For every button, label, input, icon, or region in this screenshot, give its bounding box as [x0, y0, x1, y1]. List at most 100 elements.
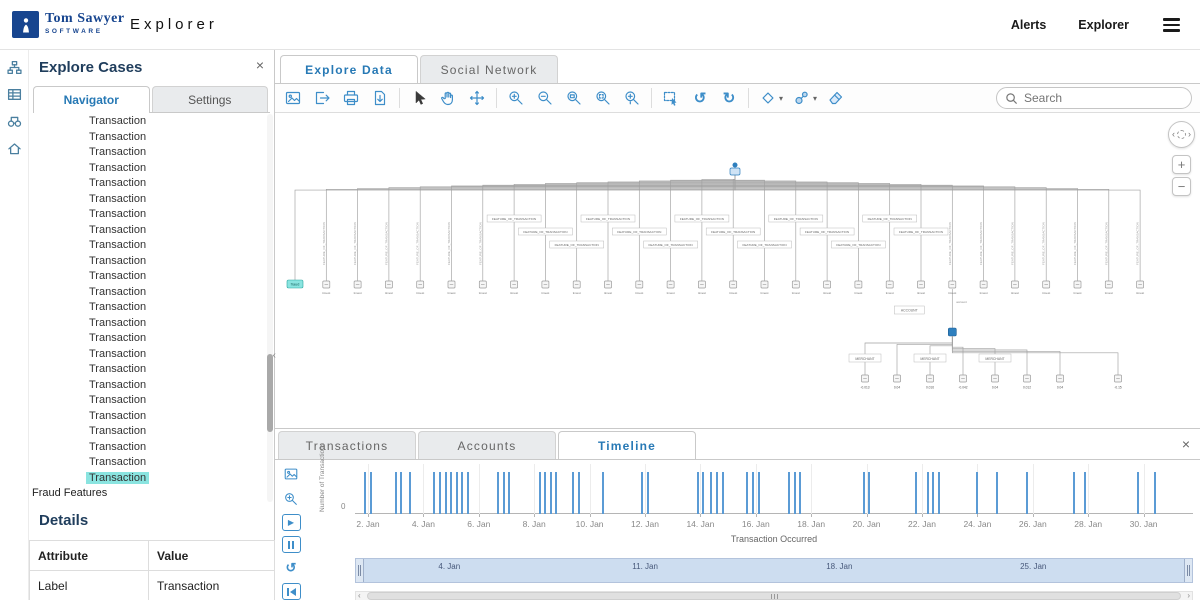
search-input[interactable]	[1024, 91, 1174, 105]
tab-accounts[interactable]: Accounts	[418, 431, 556, 459]
tree-item-label: Transaction	[86, 471, 150, 484]
case-list-scrollbar[interactable]	[267, 114, 273, 502]
graph-root-node[interactable]	[732, 162, 738, 168]
tree-item-transaction[interactable]: Transaction	[29, 378, 274, 394]
scrollbar-thumb[interactable]	[367, 592, 1181, 600]
tab-social-network[interactable]: Social Network	[420, 55, 558, 83]
search-box[interactable]	[996, 87, 1192, 109]
zoom-out-button[interactable]: −	[1172, 177, 1191, 196]
brush-right-handle[interactable]	[1184, 559, 1192, 582]
tab-navigator[interactable]: Navigator	[33, 86, 150, 113]
chart-image-icon[interactable]	[281, 464, 301, 484]
fence-select-icon[interactable]	[661, 88, 681, 108]
scrollbar-thumb[interactable]	[267, 354, 273, 432]
tree-item-transaction[interactable]: Transaction	[29, 440, 274, 456]
tree-item-transaction[interactable]: Transaction	[29, 269, 274, 285]
timeline-bar	[439, 472, 442, 514]
binoculars-icon[interactable]	[5, 112, 23, 130]
zoom-out-icon[interactable]	[535, 88, 555, 108]
graph-label: FEATURE_OF_TRANSACTION	[1073, 222, 1077, 265]
play-icon[interactable]: ▶	[281, 514, 301, 531]
select-cursor-icon[interactable]	[409, 88, 429, 108]
tab-explore-data[interactable]: Explore Data	[280, 55, 418, 83]
scroll-right-icon[interactable]: ›	[1187, 591, 1190, 600]
nav-alerts[interactable]: Alerts	[1011, 18, 1046, 32]
print-icon[interactable]	[341, 88, 361, 108]
tree-item-transaction[interactable]: Transaction	[29, 347, 274, 363]
undo-icon[interactable]: ↺	[690, 88, 710, 108]
tom-sawyer-logo[interactable]: Tom Sawyer SOFTWARE	[12, 11, 125, 38]
tree-item-transaction[interactable]: Transaction	[29, 471, 274, 487]
graph-canvas[interactable]: FEATURE_OF_TRANSACTION FEATURE_OF_TRANSAC…	[275, 113, 1200, 428]
tree-item-transaction[interactable]: Transaction	[29, 223, 274, 239]
reset-icon[interactable]: ↺	[281, 558, 301, 578]
table-row[interactable]: Label Transaction	[29, 570, 275, 600]
close-panel-icon[interactable]: ×	[256, 58, 264, 72]
tree-item-fraud-features[interactable]: Fraud Features	[29, 486, 274, 502]
pan-hand-icon[interactable]	[438, 88, 458, 108]
timeline-brush[interactable]: 4. Jan 11. Jan 18. Jan 25. Jan	[355, 558, 1193, 583]
chevron-down-icon[interactable]: ▾	[779, 94, 783, 103]
tree-item-transaction[interactable]: Transaction	[29, 176, 274, 192]
tab-transactions[interactable]: Transactions	[278, 431, 416, 459]
zoom-icon[interactable]	[281, 489, 301, 509]
horizontal-scrollbar[interactable]: ‹ ›	[355, 591, 1193, 600]
grid-icon[interactable]	[5, 85, 23, 103]
graph-nav-pad[interactable]: ‹ ›	[1168, 121, 1195, 148]
brush-left-handle[interactable]	[356, 559, 364, 582]
graph-account-node[interactable]	[947, 327, 957, 337]
tab-timeline[interactable]: Timeline	[558, 431, 696, 459]
layout-dropdown[interactable]: ▾	[758, 88, 783, 108]
tree-item-transaction[interactable]: Transaction	[29, 300, 274, 316]
tree-item-transaction[interactable]: Transaction	[29, 409, 274, 425]
x-tick-label: 2. Jan	[356, 519, 380, 529]
tree-item-transaction[interactable]: Transaction	[29, 254, 274, 270]
tree-item-transaction[interactable]: Transaction	[29, 192, 274, 208]
tree-item-transaction[interactable]: Transaction	[29, 207, 274, 223]
tree-item-transaction[interactable]: Transaction	[29, 331, 274, 347]
scroll-left-icon[interactable]: ‹	[358, 591, 361, 600]
tree-item-transaction[interactable]: Transaction	[29, 161, 274, 177]
bottom-panel: Transactions Accounts Timeline × ▶ ↺ Num…	[275, 428, 1200, 600]
cluster-bubbles-icon[interactable]	[792, 88, 812, 108]
tree-item-transaction[interactable]: Transaction	[29, 114, 274, 130]
hierarchy-icon[interactable]	[5, 58, 23, 76]
move-icon[interactable]	[467, 88, 487, 108]
pause-icon[interactable]	[281, 536, 301, 553]
zoom-box-icon[interactable]	[564, 88, 584, 108]
tree-item-transaction[interactable]: Transaction	[29, 424, 274, 440]
zoom-fit-icon[interactable]	[593, 88, 613, 108]
tab-settings[interactable]: Settings	[151, 86, 268, 112]
layout-diamond-icon[interactable]	[758, 88, 778, 108]
chevron-down-icon[interactable]: ▾	[813, 94, 817, 103]
graph-svg[interactable]: FEATURE_OF_TRANSACTION FEATURE_OF_TRANSAC…	[275, 113, 1200, 428]
eraser-icon[interactable]	[826, 88, 846, 108]
interactive-zoom-icon[interactable]	[622, 88, 642, 108]
step-back-icon[interactable]	[281, 583, 301, 600]
zoom-in-icon[interactable]	[506, 88, 526, 108]
nav-explorer[interactable]: Explorer	[1078, 18, 1129, 32]
tree-item-transaction[interactable]: Transaction	[29, 238, 274, 254]
panel-collapse-icon[interactable]: ‹	[273, 350, 276, 361]
tree-item-transaction[interactable]: Transaction	[29, 455, 274, 471]
redo-icon[interactable]: ↻	[719, 88, 739, 108]
image-export-icon[interactable]	[283, 88, 303, 108]
home-icon[interactable]	[5, 139, 23, 157]
hamburger-menu-icon[interactable]	[1161, 14, 1182, 36]
tree-item-transaction[interactable]: Transaction	[29, 393, 274, 409]
pan-left-icon[interactable]: ‹	[1172, 130, 1175, 139]
tree-item-transaction[interactable]: Transaction	[29, 145, 274, 161]
export-pdf-icon[interactable]	[370, 88, 390, 108]
pan-right-icon[interactable]: ›	[1188, 130, 1191, 139]
close-bottom-panel-icon[interactable]: ×	[1182, 437, 1190, 451]
center-target-icon[interactable]	[1177, 130, 1186, 139]
tree-item-transaction[interactable]: Transaction	[29, 130, 274, 146]
export-icon[interactable]	[312, 88, 332, 108]
tree-item-transaction[interactable]: Transaction	[29, 285, 274, 301]
tree-item-transaction[interactable]: Transaction	[29, 316, 274, 332]
tree-item-transaction[interactable]: Transaction	[29, 362, 274, 378]
timeline-plot[interactable]	[355, 460, 1193, 514]
zoom-in-button[interactable]: +	[1172, 155, 1191, 174]
graph-root-node[interactable]	[729, 167, 741, 176]
cluster-dropdown[interactable]: ▾	[792, 88, 817, 108]
